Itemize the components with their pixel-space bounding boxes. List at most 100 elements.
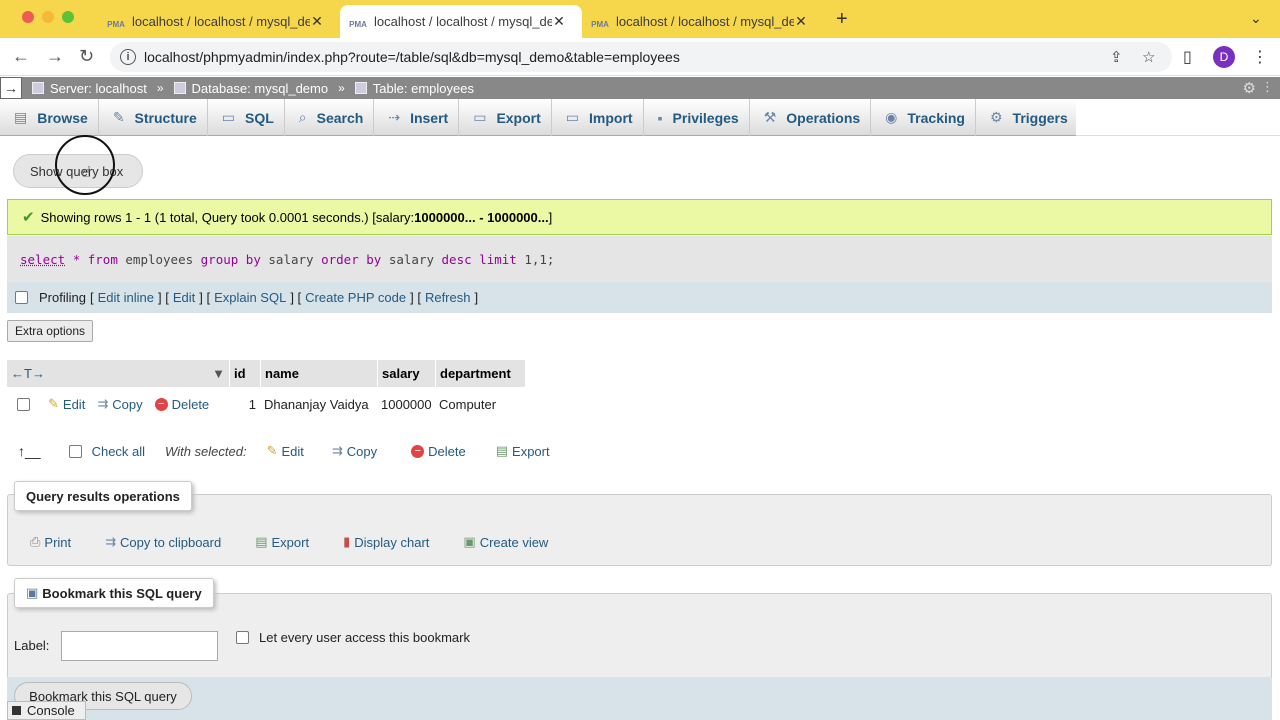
- every-user-checkbox[interactable]: [236, 631, 249, 644]
- tab-browse[interactable]: ▤ Browse: [0, 99, 99, 136]
- tab-tracking[interactable]: ◉ Tracking: [871, 99, 976, 136]
- site-info-icon[interactable]: i: [120, 49, 136, 65]
- sql-token[interactable]: select: [20, 252, 65, 267]
- copy-icon: ⇉: [97, 396, 109, 411]
- browser-tab-2[interactable]: PMA localhost / localhost / mysql_de ✕: [340, 5, 582, 38]
- tab-label: Operations: [786, 109, 861, 126]
- maximize-window-button[interactable]: [62, 11, 74, 23]
- row-edit-link[interactable]: Edit: [63, 397, 85, 412]
- profile-avatar[interactable]: D: [1213, 46, 1235, 68]
- collapse-nav-icon[interactable]: →: [0, 77, 22, 99]
- import-icon: ▭: [565, 109, 580, 125]
- print-button[interactable]: ⎙ Print: [30, 534, 71, 550]
- sort-dropdown-icon[interactable]: ▼: [212, 366, 225, 381]
- tab-label: SQL: [245, 109, 274, 126]
- display-chart-button[interactable]: ▮ Display chart: [343, 534, 429, 550]
- tab-close-icon[interactable]: ✕: [794, 13, 808, 30]
- settings-gear-icon[interactable]: ⚙: [1243, 79, 1256, 97]
- bulk-copy-label: Copy: [346, 443, 378, 459]
- cell-name[interactable]: Dhananjay Vaidya: [260, 387, 377, 421]
- refresh-link[interactable]: Refresh: [425, 290, 471, 305]
- pencil-icon: ✎: [266, 443, 278, 458]
- tab-close-icon[interactable]: ✕: [552, 13, 566, 30]
- breadcrumb: → Server: localhost » Database: mysql_de…: [0, 77, 1280, 99]
- column-header-name[interactable]: name: [260, 360, 377, 387]
- tab-structure[interactable]: ✎ Structure: [99, 99, 208, 136]
- row-actions: ✎ Edit ⇉ Copy − Delete: [7, 387, 229, 421]
- forward-icon[interactable]: →: [46, 46, 64, 67]
- tab-export[interactable]: ▭ Export: [459, 99, 552, 136]
- bulk-copy-button[interactable]: ⇉ Copy: [332, 443, 377, 459]
- side-panel-icon[interactable]: ▯: [1183, 47, 1192, 67]
- bulk-edit-button[interactable]: ✎ Edit: [267, 443, 304, 459]
- with-selected-bar: ↑__ Check all With selected: ✎ Edit ⇉ Co…: [18, 440, 550, 462]
- tab-insert[interactable]: ⇢ Insert: [374, 99, 460, 136]
- profiling-checkbox[interactable]: [15, 291, 28, 304]
- tab-sql[interactable]: ▭ SQL: [208, 99, 285, 136]
- create-view-button[interactable]: ▣ Create view: [463, 534, 548, 550]
- eye-icon: ◉: [885, 109, 898, 125]
- address-bar[interactable]: i localhost/phpmyadmin/index.php?route=/…: [110, 42, 1172, 72]
- arrow-up-icon: ↑__: [18, 443, 41, 459]
- tab-privileges[interactable]: ▪ Privileges: [644, 99, 750, 136]
- bookmark-label-input[interactable]: [61, 631, 218, 661]
- browser-tab-3[interactable]: PMA localhost / localhost / mysql_de ✕: [582, 5, 824, 38]
- edit-link[interactable]: Edit: [173, 290, 195, 305]
- column-header-id[interactable]: id: [229, 360, 260, 387]
- bulk-export-button[interactable]: ▤ Export: [496, 443, 550, 459]
- console-toggle[interactable]: Console: [7, 701, 86, 720]
- share-icon[interactable]: ⇪: [1110, 48, 1123, 66]
- extra-options-button[interactable]: Extra options: [7, 320, 93, 342]
- tab-search-chevron-icon[interactable]: ⌄: [1250, 10, 1262, 27]
- minimize-window-button[interactable]: [42, 11, 54, 23]
- row-delete-link[interactable]: Delete: [172, 397, 210, 412]
- column-header-salary[interactable]: salary: [377, 360, 435, 387]
- tab-import[interactable]: ▭ Import: [552, 99, 644, 136]
- column-resize-icon[interactable]: ←T→: [11, 366, 45, 381]
- tab-triggers[interactable]: ⚙ Triggers: [976, 99, 1079, 136]
- edit-inline-link[interactable]: Edit inline: [98, 290, 154, 305]
- copy-to-clipboard-button[interactable]: ⇉ Copy to clipboard: [105, 534, 221, 550]
- tab-search[interactable]: ⌕ Search: [285, 99, 375, 136]
- bulk-delete-button[interactable]: − Delete: [411, 444, 466, 459]
- success-range: 1000000... - 1000000...: [414, 209, 549, 225]
- sql-token: 1,1;: [524, 251, 555, 267]
- row-checkbox[interactable]: [17, 397, 30, 411]
- breadcrumb-table[interactable]: Table: employees: [354, 81, 474, 96]
- every-user-label[interactable]: Let every user access this bookmark: [259, 630, 470, 645]
- row-copy-link[interactable]: Copy: [112, 397, 142, 412]
- tab-operations[interactable]: ⚒ Operations: [750, 99, 872, 136]
- breadcrumb-server[interactable]: Server: localhost »: [32, 81, 164, 96]
- close-window-button[interactable]: [22, 11, 34, 23]
- more-menu-icon[interactable]: ⋮: [1252, 47, 1268, 67]
- tab-label: Tracking: [907, 109, 965, 126]
- breadcrumb-database[interactable]: Database: mysql_demo »: [173, 80, 345, 96]
- check-all-checkbox[interactable]: [68, 444, 82, 458]
- cell-id[interactable]: 1: [229, 387, 260, 421]
- browser-tab-1[interactable]: PMA localhost / localhost / mysql_de ✕: [98, 5, 340, 38]
- export-label: Export: [271, 534, 310, 550]
- breadcrumb-separator: »: [338, 81, 345, 95]
- explain-sql-link[interactable]: Explain SQL: [214, 290, 286, 305]
- tab-close-icon[interactable]: ✕: [310, 13, 324, 30]
- cell-salary[interactable]: 1000000: [377, 387, 435, 421]
- structure-icon: ✎: [112, 109, 125, 125]
- export-icon: ▭: [473, 109, 487, 125]
- cell-department[interactable]: Computer: [435, 387, 525, 421]
- new-tab-icon[interactable]: +: [836, 8, 848, 31]
- column-header-department[interactable]: department: [435, 360, 525, 387]
- copy-to-clipboard-label: Copy to clipboard: [120, 534, 222, 550]
- bookmark-legend-label: Bookmark this SQL query: [42, 585, 202, 601]
- create-php-code-link[interactable]: Create PHP code: [305, 290, 406, 305]
- pma-favicon-icon: PMA: [349, 19, 367, 29]
- tab-label: Browse: [37, 109, 88, 126]
- insert-icon: ⇢: [388, 109, 401, 125]
- export-button[interactable]: ▤ Export: [255, 534, 309, 550]
- check-all-label[interactable]: Check all: [92, 444, 145, 459]
- results-table: ←T→ ▼ id name salary department ✎ Edit ⇉…: [7, 360, 525, 421]
- back-icon[interactable]: ←: [12, 46, 30, 67]
- breadcrumb-database-label: Database: mysql_demo: [191, 80, 329, 96]
- bookmark-star-icon[interactable]: ☆: [1142, 48, 1155, 66]
- reload-icon[interactable]: ↻: [79, 46, 94, 67]
- more-icon[interactable]: ⋮: [1261, 79, 1274, 95]
